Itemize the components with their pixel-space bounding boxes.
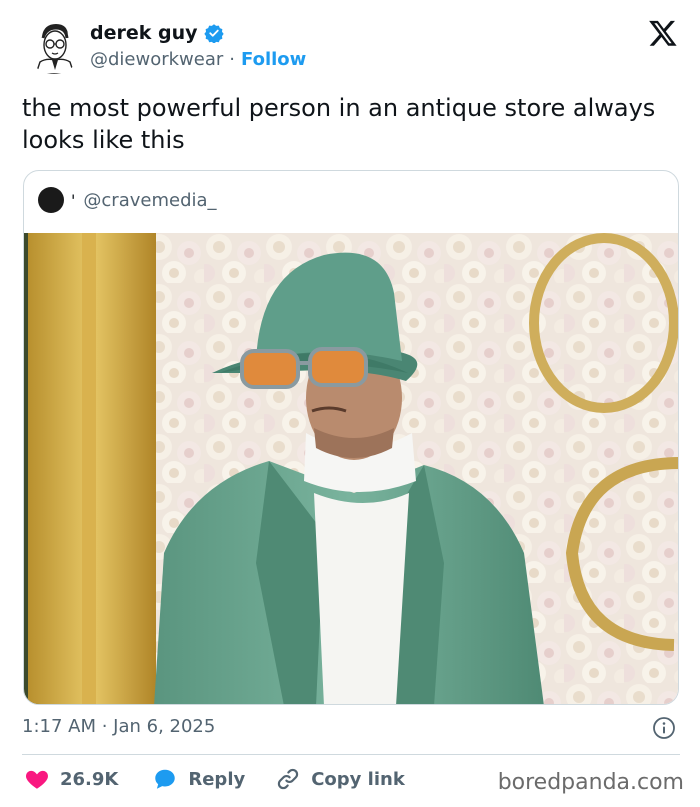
actions-divider bbox=[22, 754, 680, 755]
quoted-tweet-header: ' @cravemedia_ bbox=[38, 187, 217, 213]
tweet-header: derek guy @dieworkwear · Follow bbox=[22, 16, 682, 78]
author-display-name[interactable]: derek guy bbox=[90, 22, 198, 44]
handle-separator: · bbox=[229, 49, 236, 70]
quoted-tweet-card[interactable]: ' @cravemedia_ bbox=[23, 170, 679, 705]
like-button[interactable]: 26.9K bbox=[24, 766, 118, 792]
quoted-author-handle[interactable]: @cravemedia_ bbox=[83, 190, 216, 211]
quoted-photo[interactable] bbox=[24, 233, 678, 704]
author-avatar[interactable] bbox=[26, 18, 82, 74]
author-handle[interactable]: @dieworkwear bbox=[90, 49, 223, 70]
tweet-actions-bar: 26.9K Reply Copy link bbox=[24, 766, 405, 792]
copy-link-label: Copy link bbox=[311, 768, 405, 790]
caricature-portrait bbox=[26, 18, 82, 74]
author-name-row: derek guy bbox=[90, 22, 224, 44]
quoted-author-mark: ' bbox=[71, 190, 76, 210]
reply-label: Reply bbox=[188, 768, 246, 790]
info-icon[interactable] bbox=[652, 716, 676, 740]
quoted-author-avatar bbox=[38, 187, 64, 213]
copy-link-button[interactable]: Copy link bbox=[275, 766, 405, 792]
tweet-text: the most powerful person in an antique s… bbox=[22, 94, 656, 154]
like-count: 26.9K bbox=[60, 768, 119, 790]
author-handle-row: @dieworkwear · Follow bbox=[90, 49, 306, 70]
reply-bubble-icon bbox=[155, 769, 176, 789]
verified-badge-icon bbox=[203, 24, 224, 43]
tweet-timestamp[interactable]: 1:17 AM · Jan 6, 2025 bbox=[22, 716, 215, 737]
link-icon bbox=[278, 768, 299, 790]
reply-button[interactable]: Reply bbox=[152, 766, 245, 792]
heart-icon bbox=[26, 770, 48, 789]
man-in-teal-suit-photo bbox=[24, 233, 678, 704]
x-logo-icon[interactable] bbox=[648, 18, 678, 48]
follow-button[interactable]: Follow bbox=[241, 49, 306, 70]
boredpanda-watermark: boredpanda.com bbox=[497, 770, 684, 795]
